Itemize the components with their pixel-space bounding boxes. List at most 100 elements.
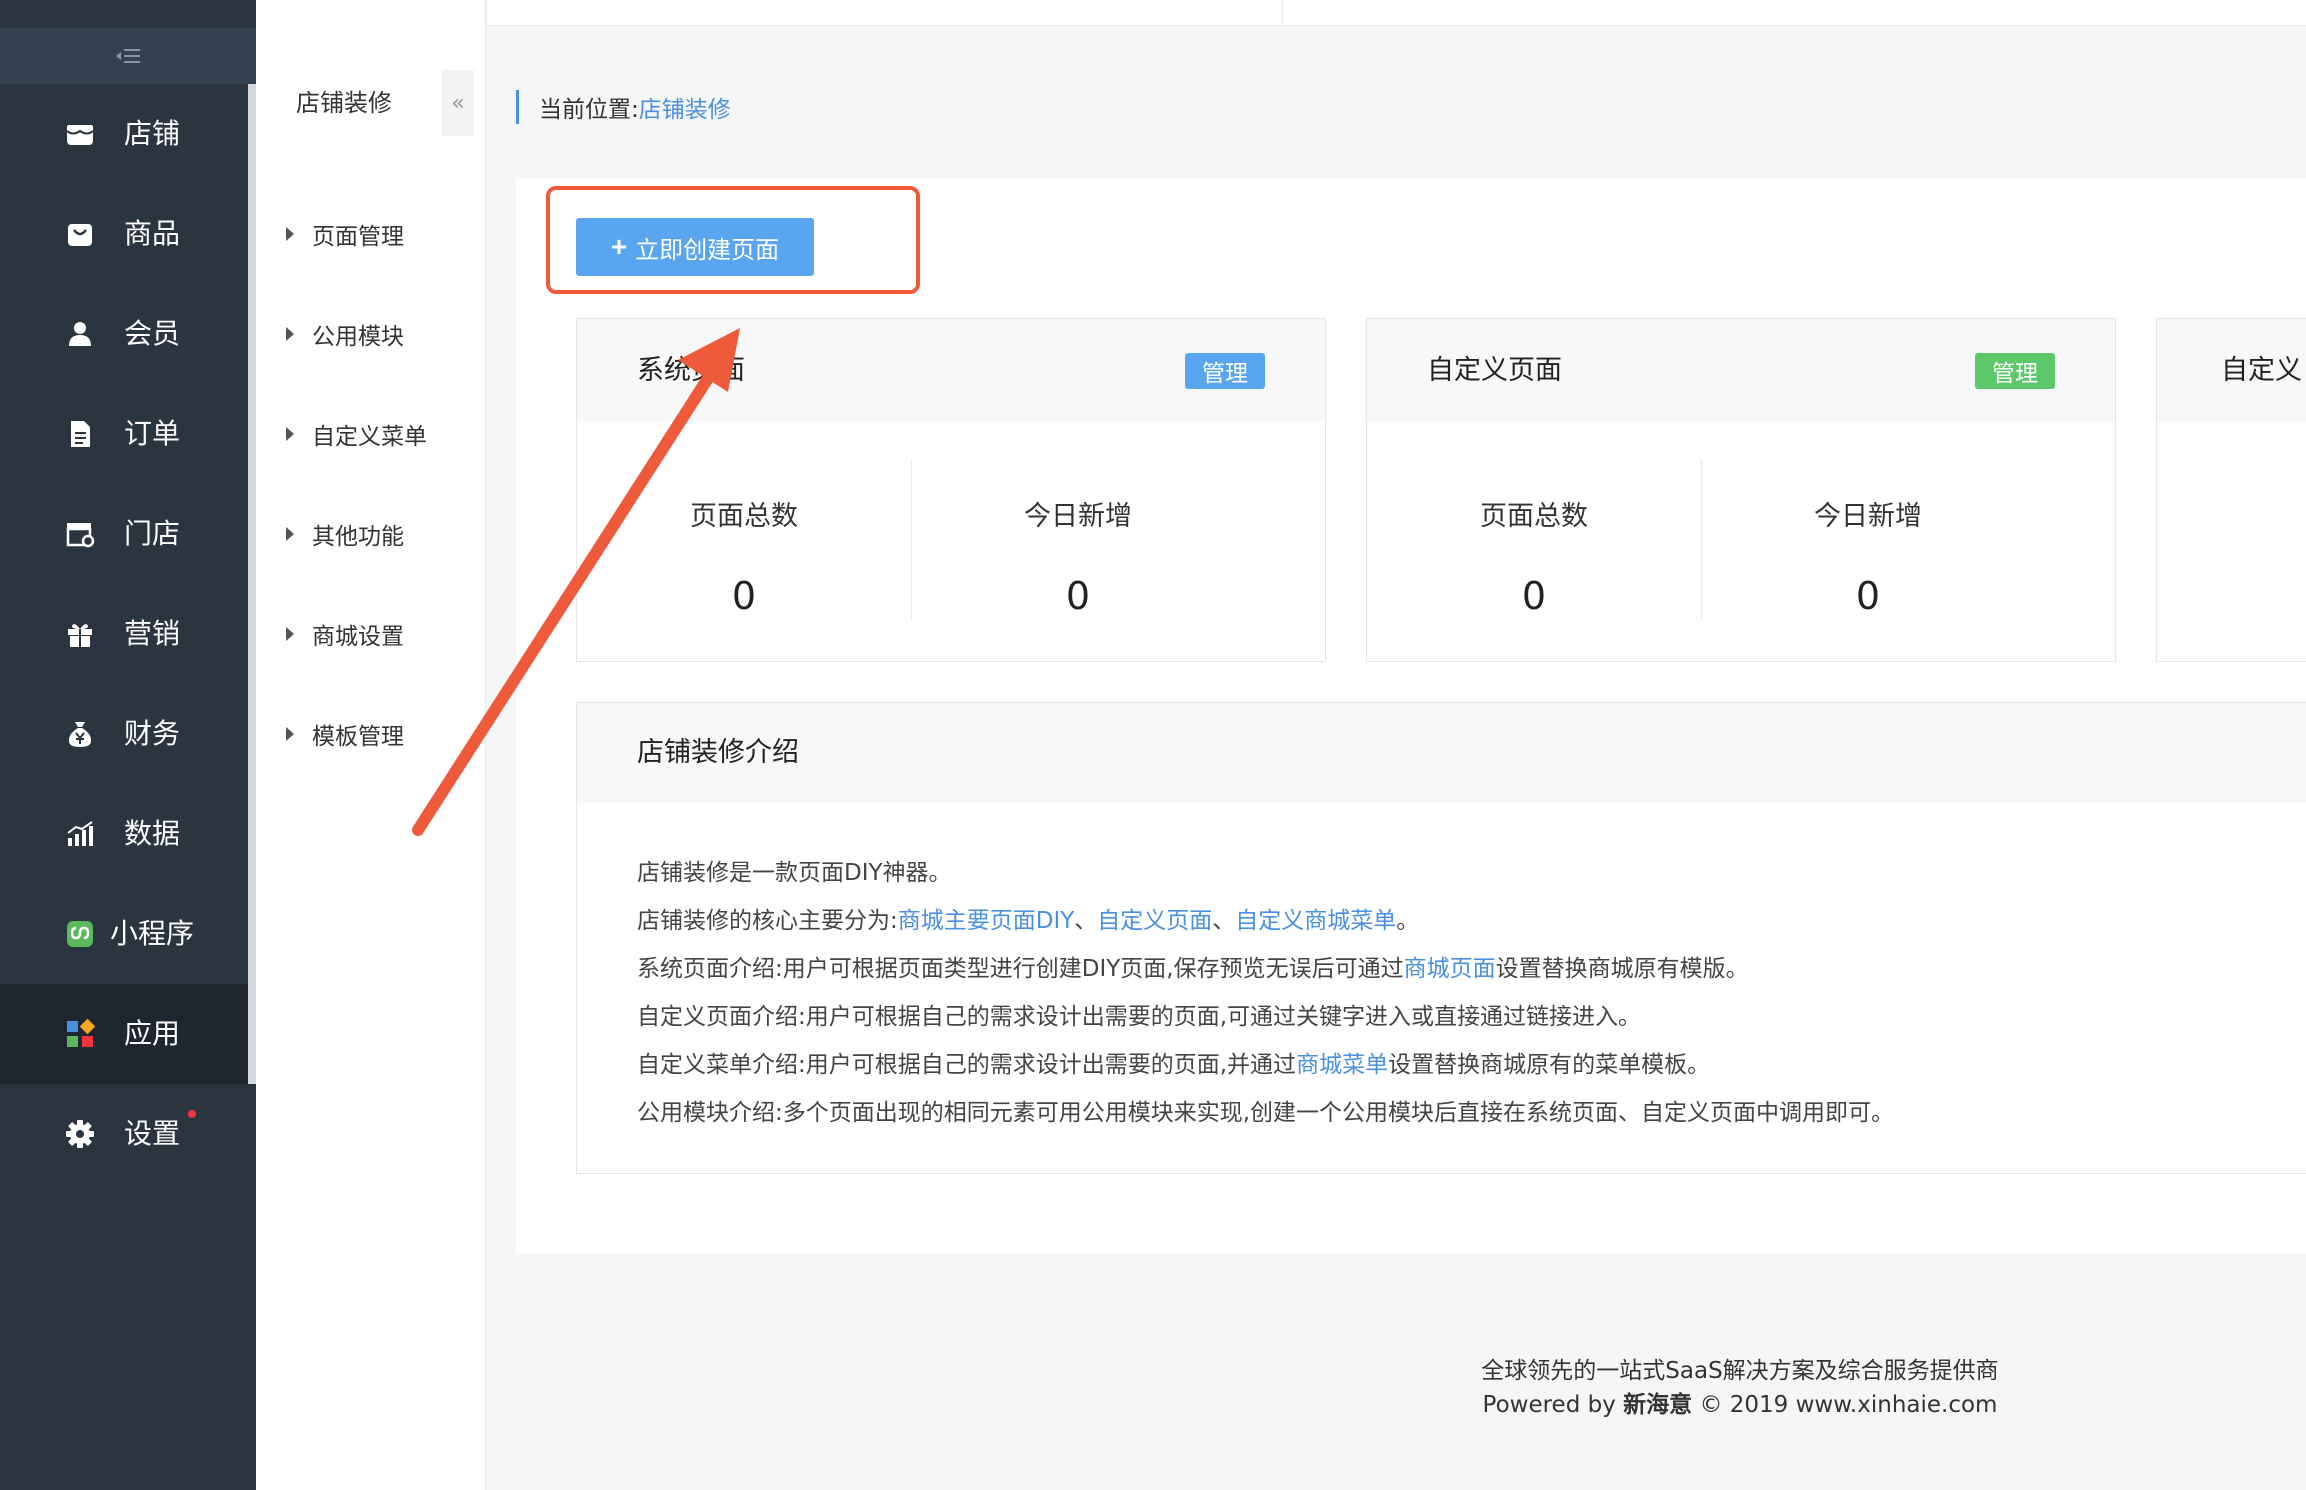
caret-right-icon: [286, 227, 294, 241]
sub-item-label: 页面管理: [312, 224, 404, 250]
sub-item-common-modules[interactable]: 公用模块: [280, 304, 480, 364]
collapse-menu-icon[interactable]: [0, 28, 256, 84]
stat-value: 0: [1855, 574, 1881, 618]
app-window: 店铺 商品 会员 订单 门店 营销 财务 数据 小程序 应用 设置 店铺装修 «…: [0, 0, 2306, 1490]
nav-label: 数据: [124, 817, 181, 850]
sub-item-template-management[interactable]: 模板管理: [280, 704, 480, 764]
nav-item-settings[interactable]: 设置: [0, 1084, 248, 1184]
breadcrumb-current[interactable]: 店铺装修: [639, 90, 731, 124]
money-bag-icon: [64, 718, 96, 750]
nav-label: 财务: [124, 717, 181, 750]
double-chevron-left-icon[interactable]: «: [442, 70, 474, 136]
system-pages-card: 系统页面 管理 页面总数 0 今日新增 0: [576, 318, 1326, 662]
nav-item-goods[interactable]: 商品: [0, 184, 248, 284]
nav-item-store[interactable]: 店铺: [0, 84, 248, 184]
intro-line: 系统页面介绍:用户可根据页面类型进行创建DIY页面,保存预览无误后可通过商城页面…: [637, 945, 2237, 993]
intro-sep: 、: [1074, 908, 1098, 934]
intro-suffix: 。: [1396, 908, 1420, 934]
notification-dot: [188, 1110, 196, 1118]
intro-line: 公用模块介绍:多个页面出现的相同元素可用公用模块来实现,创建一个公用模块后直接在…: [637, 1100, 1895, 1126]
stat-label: 页面总数: [1480, 501, 1588, 532]
card-title: 自定义页面: [1427, 355, 1562, 386]
sub-item-page-management[interactable]: 页面管理: [280, 204, 480, 264]
caret-right-icon: [286, 427, 294, 441]
card-title: 自定义: [2221, 355, 2302, 386]
link-custom-page[interactable]: 自定义页面: [1097, 908, 1212, 934]
store-icon: [64, 118, 96, 150]
manage-button[interactable]: 管理: [1185, 353, 1265, 389]
nav-item-orders[interactable]: 订单: [0, 384, 248, 484]
link-mall-menu[interactable]: 商城菜单: [1296, 1052, 1388, 1078]
nav-item-apps[interactable]: 应用: [0, 984, 248, 1084]
top-tab-bar: [370, 0, 2306, 26]
nav-label: 商品: [124, 217, 181, 250]
tab-separator: [1282, 0, 1283, 26]
stat-total: 页面总数 0: [1367, 421, 1701, 661]
stat-value: 0: [1065, 574, 1091, 618]
intro-line: 自定义菜单介绍:用户可根据自己的需求设计出需要的页面,并通过商城菜单设置替换商城…: [637, 1041, 2237, 1089]
gear-icon: [64, 1118, 96, 1150]
main-sidebar: 店铺 商品 会员 订单 门店 营销 财务 数据 小程序 应用 设置: [0, 0, 256, 1490]
nav-item-finance[interactable]: 财务: [0, 684, 248, 784]
sidebar-scrollbar[interactable]: [248, 84, 256, 1084]
nav-label: 应用: [124, 1017, 181, 1050]
nav-label: 营销: [124, 617, 181, 650]
bag-icon: [64, 218, 96, 250]
manage-button[interactable]: 管理: [1975, 353, 2055, 389]
sub-item-custom-menu[interactable]: 自定义菜单: [280, 404, 480, 464]
footer-powered-by: Powered by: [1482, 1392, 1616, 1418]
stat-today: 今日新增 0: [1701, 421, 2035, 661]
intro-title: 店铺装修介绍: [637, 737, 799, 768]
user-icon: [64, 318, 96, 350]
breadcrumb: 当前位置: 店铺装修: [516, 90, 731, 124]
miniprogram-icon: [64, 918, 96, 950]
nav-item-members[interactable]: 会员: [0, 284, 248, 384]
footer: 全球领先的一站式SaaS解决方案及综合服务提供商 Powered by 新海意 …: [1100, 1354, 2306, 1422]
nav-label: 订单: [124, 417, 181, 450]
nav-item-marketing[interactable]: 营销: [0, 584, 248, 684]
intro-suffix: 设置替换商城原有模版。: [1495, 956, 1749, 982]
shop-icon: [64, 518, 96, 550]
intro-sep: 、: [1212, 908, 1236, 934]
link-custom-menu[interactable]: 自定义商城菜单: [1235, 908, 1396, 934]
intro-card: 店铺装修介绍 店铺装修是一款页面DIY神器。 店铺装修的核心主要分为:商城主要页…: [576, 702, 2306, 1174]
sub-item-label: 模板管理: [312, 724, 404, 750]
nav-label: 店铺: [124, 117, 181, 150]
footer-brand: 新海意: [1623, 1392, 1693, 1418]
stat-label: 今日新增: [1814, 501, 1922, 532]
gift-icon: [64, 618, 96, 650]
annotation-highlight-box: [546, 186, 920, 294]
nav-item-data[interactable]: 数据: [0, 784, 248, 884]
breadcrumb-prefix: 当前位置:: [539, 97, 639, 123]
sub-item-mall-settings[interactable]: 商城设置: [280, 604, 480, 664]
nav-label: 会员: [124, 317, 181, 350]
stat-value: 0: [1521, 574, 1547, 618]
nav-label: 小程序: [110, 917, 195, 950]
stat-today: 今日新增 0: [911, 421, 1245, 661]
stat-value: 0: [731, 574, 757, 618]
nav-item-shops[interactable]: 门店: [0, 484, 248, 584]
footer-powered: Powered by 新海意 © 2019 www.xinhaie.com: [1100, 1388, 2306, 1422]
custom-card-partial: 自定义: [2156, 318, 2306, 662]
caret-right-icon: [286, 627, 294, 641]
stat-total: 页面总数 0: [577, 421, 911, 661]
caret-right-icon: [286, 327, 294, 341]
stat-label: 今日新增: [1024, 501, 1132, 532]
intro-text: 店铺装修的核心主要分为:: [637, 908, 898, 934]
footer-slogan: 全球领先的一站式SaaS解决方案及综合服务提供商: [1481, 1358, 1999, 1384]
document-icon: [64, 418, 96, 450]
sub-item-label: 商城设置: [312, 624, 404, 650]
intro-suffix: 设置替换商城原有的菜单模板。: [1388, 1052, 1711, 1078]
link-mall-page[interactable]: 商城页面: [1404, 956, 1496, 982]
intro-line: 自定义页面介绍:用户可根据自己的需求设计出需要的页面,可通过关键字进入或直接通过…: [637, 1004, 1642, 1030]
nav-item-miniprogram[interactable]: 小程序: [0, 884, 248, 984]
sub-item-label: 其他功能: [312, 524, 404, 550]
link-diy[interactable]: 商城主要页面DIY: [898, 908, 1075, 934]
bar-chart-icon: [64, 818, 96, 850]
nav-label: 设置: [124, 1117, 181, 1150]
caret-right-icon: [286, 727, 294, 741]
caret-right-icon: [286, 527, 294, 541]
nav-label: 门店: [124, 517, 181, 550]
sub-item-other-functions[interactable]: 其他功能: [280, 504, 480, 564]
card-header: [577, 703, 2306, 803]
